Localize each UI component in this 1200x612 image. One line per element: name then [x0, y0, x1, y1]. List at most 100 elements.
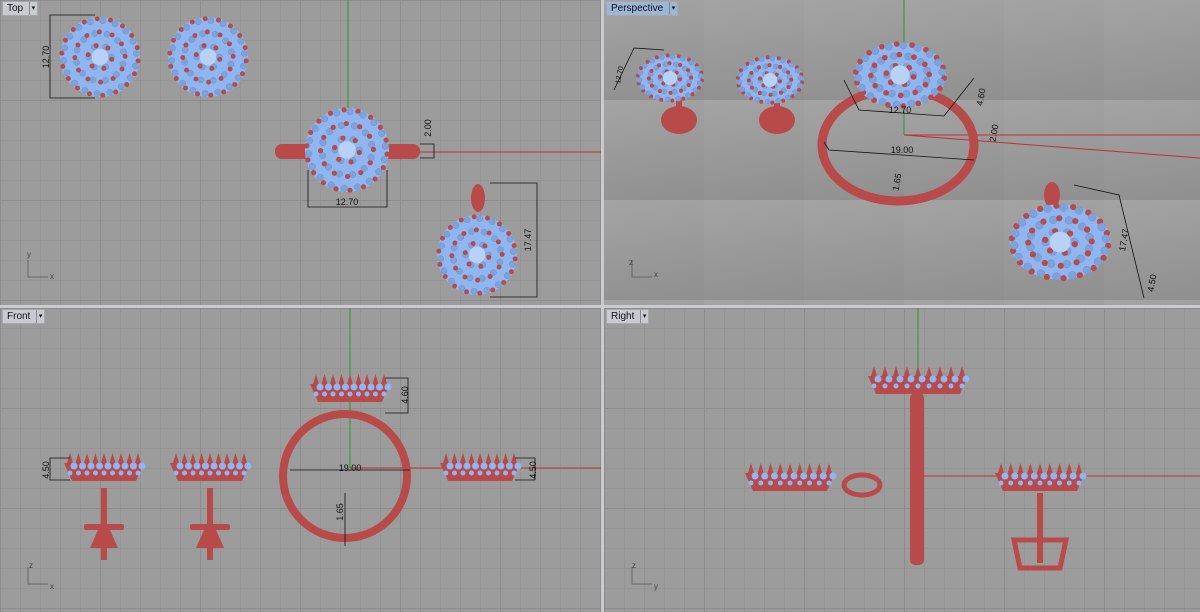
prong [183, 85, 189, 91]
gem-cluster [304, 107, 390, 193]
prong [1076, 463, 1082, 473]
prong [358, 169, 364, 176]
ring-shank [910, 393, 924, 565]
front-view-canvas[interactable] [0, 308, 601, 612]
gem [1018, 480, 1023, 486]
viewport-tab-top[interactable]: Top ▾ [2, 1, 39, 16]
gem [819, 472, 827, 480]
prong [1072, 217, 1079, 225]
gem [685, 92, 691, 99]
gem [816, 480, 822, 486]
prong [1037, 463, 1043, 473]
prong [109, 453, 116, 463]
gem [308, 163, 316, 171]
prong [230, 53, 236, 59]
prong [201, 43, 207, 49]
viewport-tab-right[interactable]: Right ▾ [606, 309, 650, 324]
prong [75, 42, 81, 48]
prong [178, 27, 184, 32]
gem [884, 42, 893, 51]
axis-label-x: x [50, 582, 54, 591]
prong [926, 366, 932, 376]
gem [194, 18, 202, 26]
gem [189, 86, 197, 94]
prong [96, 29, 102, 35]
gem [1074, 206, 1084, 215]
prong [897, 92, 904, 99]
gem [696, 80, 703, 87]
prong [470, 241, 476, 247]
viewport-top[interactable]: Top ▾ 12.70 2.00 12.70 17.47 y x [0, 0, 601, 305]
prong [135, 453, 141, 463]
gem [489, 462, 496, 470]
prong [449, 253, 455, 259]
gem [199, 470, 204, 476]
prong [197, 63, 203, 69]
prong [878, 43, 885, 50]
dropdown-arrow-icon[interactable]: ▾ [639, 310, 646, 323]
dropdown-arrow-icon[interactable]: ▾ [28, 2, 35, 15]
prong [118, 453, 124, 463]
dropdown-arrow-icon[interactable]: ▾ [668, 2, 675, 15]
prong [767, 463, 774, 473]
gem [1079, 472, 1087, 480]
prong [192, 33, 198, 39]
prong [316, 118, 322, 124]
gem [96, 462, 103, 470]
gem-cluster [167, 16, 249, 98]
gem [111, 20, 119, 28]
prong [340, 135, 346, 141]
gem [347, 391, 353, 397]
gem [446, 462, 454, 470]
gem [1101, 234, 1110, 243]
gem [333, 109, 341, 117]
gem [807, 480, 812, 486]
right-view-canvas[interactable] [604, 308, 1200, 612]
prong [511, 243, 517, 249]
gem [227, 462, 235, 470]
dimension-label: 19.00 [890, 145, 914, 155]
gem [91, 30, 98, 37]
prong [443, 453, 449, 463]
viewport-right[interactable]: Right ▾ z y [604, 308, 1200, 612]
top-view-canvas[interactable] [0, 0, 601, 305]
gem [1088, 213, 1097, 222]
prong [461, 231, 467, 237]
viewport-front[interactable]: Front ▾ 4.50 4.60 19.00 1.65 4.50 z x [0, 308, 601, 612]
dropdown-arrow-icon[interactable]: ▾ [35, 310, 42, 323]
gem-cluster-side [64, 453, 146, 481]
prong [381, 374, 387, 384]
gem [937, 383, 943, 389]
viewport-tab-perspective[interactable]: Perspective ▾ [606, 1, 679, 16]
prong [384, 151, 390, 157]
gem [342, 383, 349, 391]
gem [688, 59, 695, 66]
prong [464, 289, 470, 295]
prong [84, 33, 90, 39]
viewport-tab-front[interactable]: Front ▾ [2, 309, 46, 324]
prong [1060, 275, 1067, 282]
gem [1030, 472, 1038, 480]
prong [447, 225, 453, 230]
gem [486, 470, 491, 476]
gem [60, 57, 67, 64]
gem [736, 79, 743, 85]
gem [829, 472, 837, 480]
prong [327, 110, 334, 116]
prong [348, 159, 354, 165]
prong [866, 49, 872, 56]
gem-cluster-side [745, 463, 837, 491]
gem [899, 41, 907, 50]
prong [330, 374, 336, 384]
prong [377, 124, 383, 130]
gem [233, 470, 238, 476]
prong [237, 33, 243, 38]
viewport-perspective[interactable]: Perspective ▾ 12.70 4.60 12.70 2.00 19.00… [604, 0, 1200, 305]
gem-cluster-side [440, 453, 522, 481]
gem [199, 30, 206, 37]
gem [761, 472, 769, 480]
prong [922, 81, 929, 88]
gem [460, 470, 466, 476]
gem [367, 153, 375, 161]
prong [745, 61, 750, 66]
